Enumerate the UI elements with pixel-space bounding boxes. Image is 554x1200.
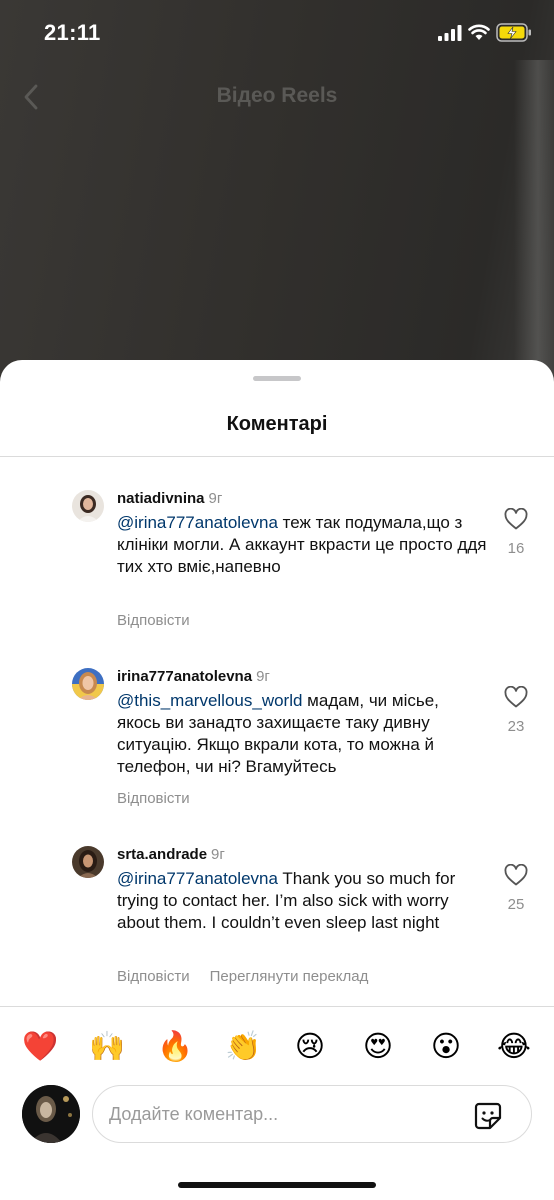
comment-time: 9г [211, 846, 225, 863]
sticker-icon[interactable] [473, 1101, 503, 1131]
comment-text: @this_marvellous_world мадам, чи місье, … [117, 690, 487, 778]
avatar[interactable] [72, 668, 104, 700]
comment-item: srta.andrade 9г @irina777anatolevna Thank… [0, 846, 554, 986]
emoji-heart-eyes[interactable]: 😍 [361, 1030, 395, 1064]
emoji-crying[interactable]: 😢 [293, 1030, 327, 1064]
emoji-raised-hands[interactable]: 🙌 [89, 1030, 125, 1064]
heart-outline-icon[interactable] [504, 864, 528, 886]
emoji-clapping[interactable]: 👏 [225, 1030, 261, 1064]
reply-button[interactable]: Відповісти [117, 968, 190, 985]
comment-actions: Відповісти Переглянути переклад [117, 968, 388, 985]
home-indicator [178, 1182, 376, 1188]
comment-username[interactable]: irina777anatolevna [117, 668, 252, 685]
comments-sheet: Коментарі natiadivnina 9г @irina777anatol… [0, 360, 554, 1200]
comment-input-box[interactable] [92, 1085, 532, 1143]
reply-button[interactable]: Відповісти [117, 612, 190, 629]
comment-mention[interactable]: @this_marvellous_world [117, 691, 302, 710]
quick-emoji-bar: ❤️ 🙌 🔥 👏 😢 😍 😮 😂 [0, 1030, 554, 1070]
like-count: 25 [507, 896, 525, 913]
avatar [22, 1085, 80, 1143]
emoji-heart[interactable]: ❤️ [22, 1030, 58, 1064]
heart-outline-icon[interactable] [504, 686, 528, 708]
sheet-grabber[interactable] [253, 376, 301, 381]
comment-composer [0, 1085, 554, 1145]
emoji-fire[interactable]: 🔥 [157, 1030, 193, 1064]
battery-charging-icon [496, 23, 531, 42]
comment-mention[interactable]: @irina777anatolevna [117, 869, 278, 888]
comment-mention[interactable]: @irina777anatolevna [117, 513, 278, 532]
comment-header: natiadivnina 9г [117, 490, 222, 507]
comment-item: irina777anatolevna 9г @this_marvellous_wo… [0, 668, 554, 808]
composer-divider [0, 1006, 554, 1007]
status-bar: 21:11 [0, 0, 554, 66]
emoji-laughing[interactable]: 😂 [497, 1030, 531, 1064]
sheet-title: Коментарі [226, 413, 328, 435]
emoji-surprised[interactable]: 😮 [429, 1030, 463, 1064]
comment-actions: Відповісти [117, 612, 210, 629]
comment-actions: Відповісти [117, 790, 210, 807]
comment-header: irina777anatolevna 9г [117, 668, 270, 685]
wifi-icon [468, 24, 490, 40]
comment-text: @irina777anatolevna Thank you so much fo… [117, 868, 487, 934]
avatar[interactable] [72, 846, 104, 878]
comment-username[interactable]: srta.andrade [117, 846, 207, 863]
nav-title: Відео Reels [216, 84, 338, 107]
comment-time: 9г [208, 490, 223, 507]
header-divider [0, 456, 554, 457]
like-count: 23 [507, 718, 525, 735]
heart-outline-icon[interactable] [504, 508, 528, 530]
comment-username[interactable]: natiadivnina [117, 490, 205, 507]
see-translation-button[interactable]: Переглянути переклад [210, 968, 369, 985]
status-time: 21:11 [44, 20, 101, 45]
video-light-streak [514, 60, 554, 380]
cellular-signal-icon [438, 25, 462, 41]
like-count: 16 [507, 540, 525, 557]
comment-item: natiadivnina 9г @irina777anatolevna теж т… [0, 490, 554, 630]
avatar[interactable] [72, 490, 104, 522]
comment-header: srta.andrade 9г [117, 846, 225, 863]
comment-text: @irina777anatolevna теж так подумала,що … [117, 512, 487, 578]
comment-input[interactable] [109, 1100, 449, 1128]
comment-time: 9г [256, 668, 270, 685]
reply-button[interactable]: Відповісти [117, 790, 190, 807]
